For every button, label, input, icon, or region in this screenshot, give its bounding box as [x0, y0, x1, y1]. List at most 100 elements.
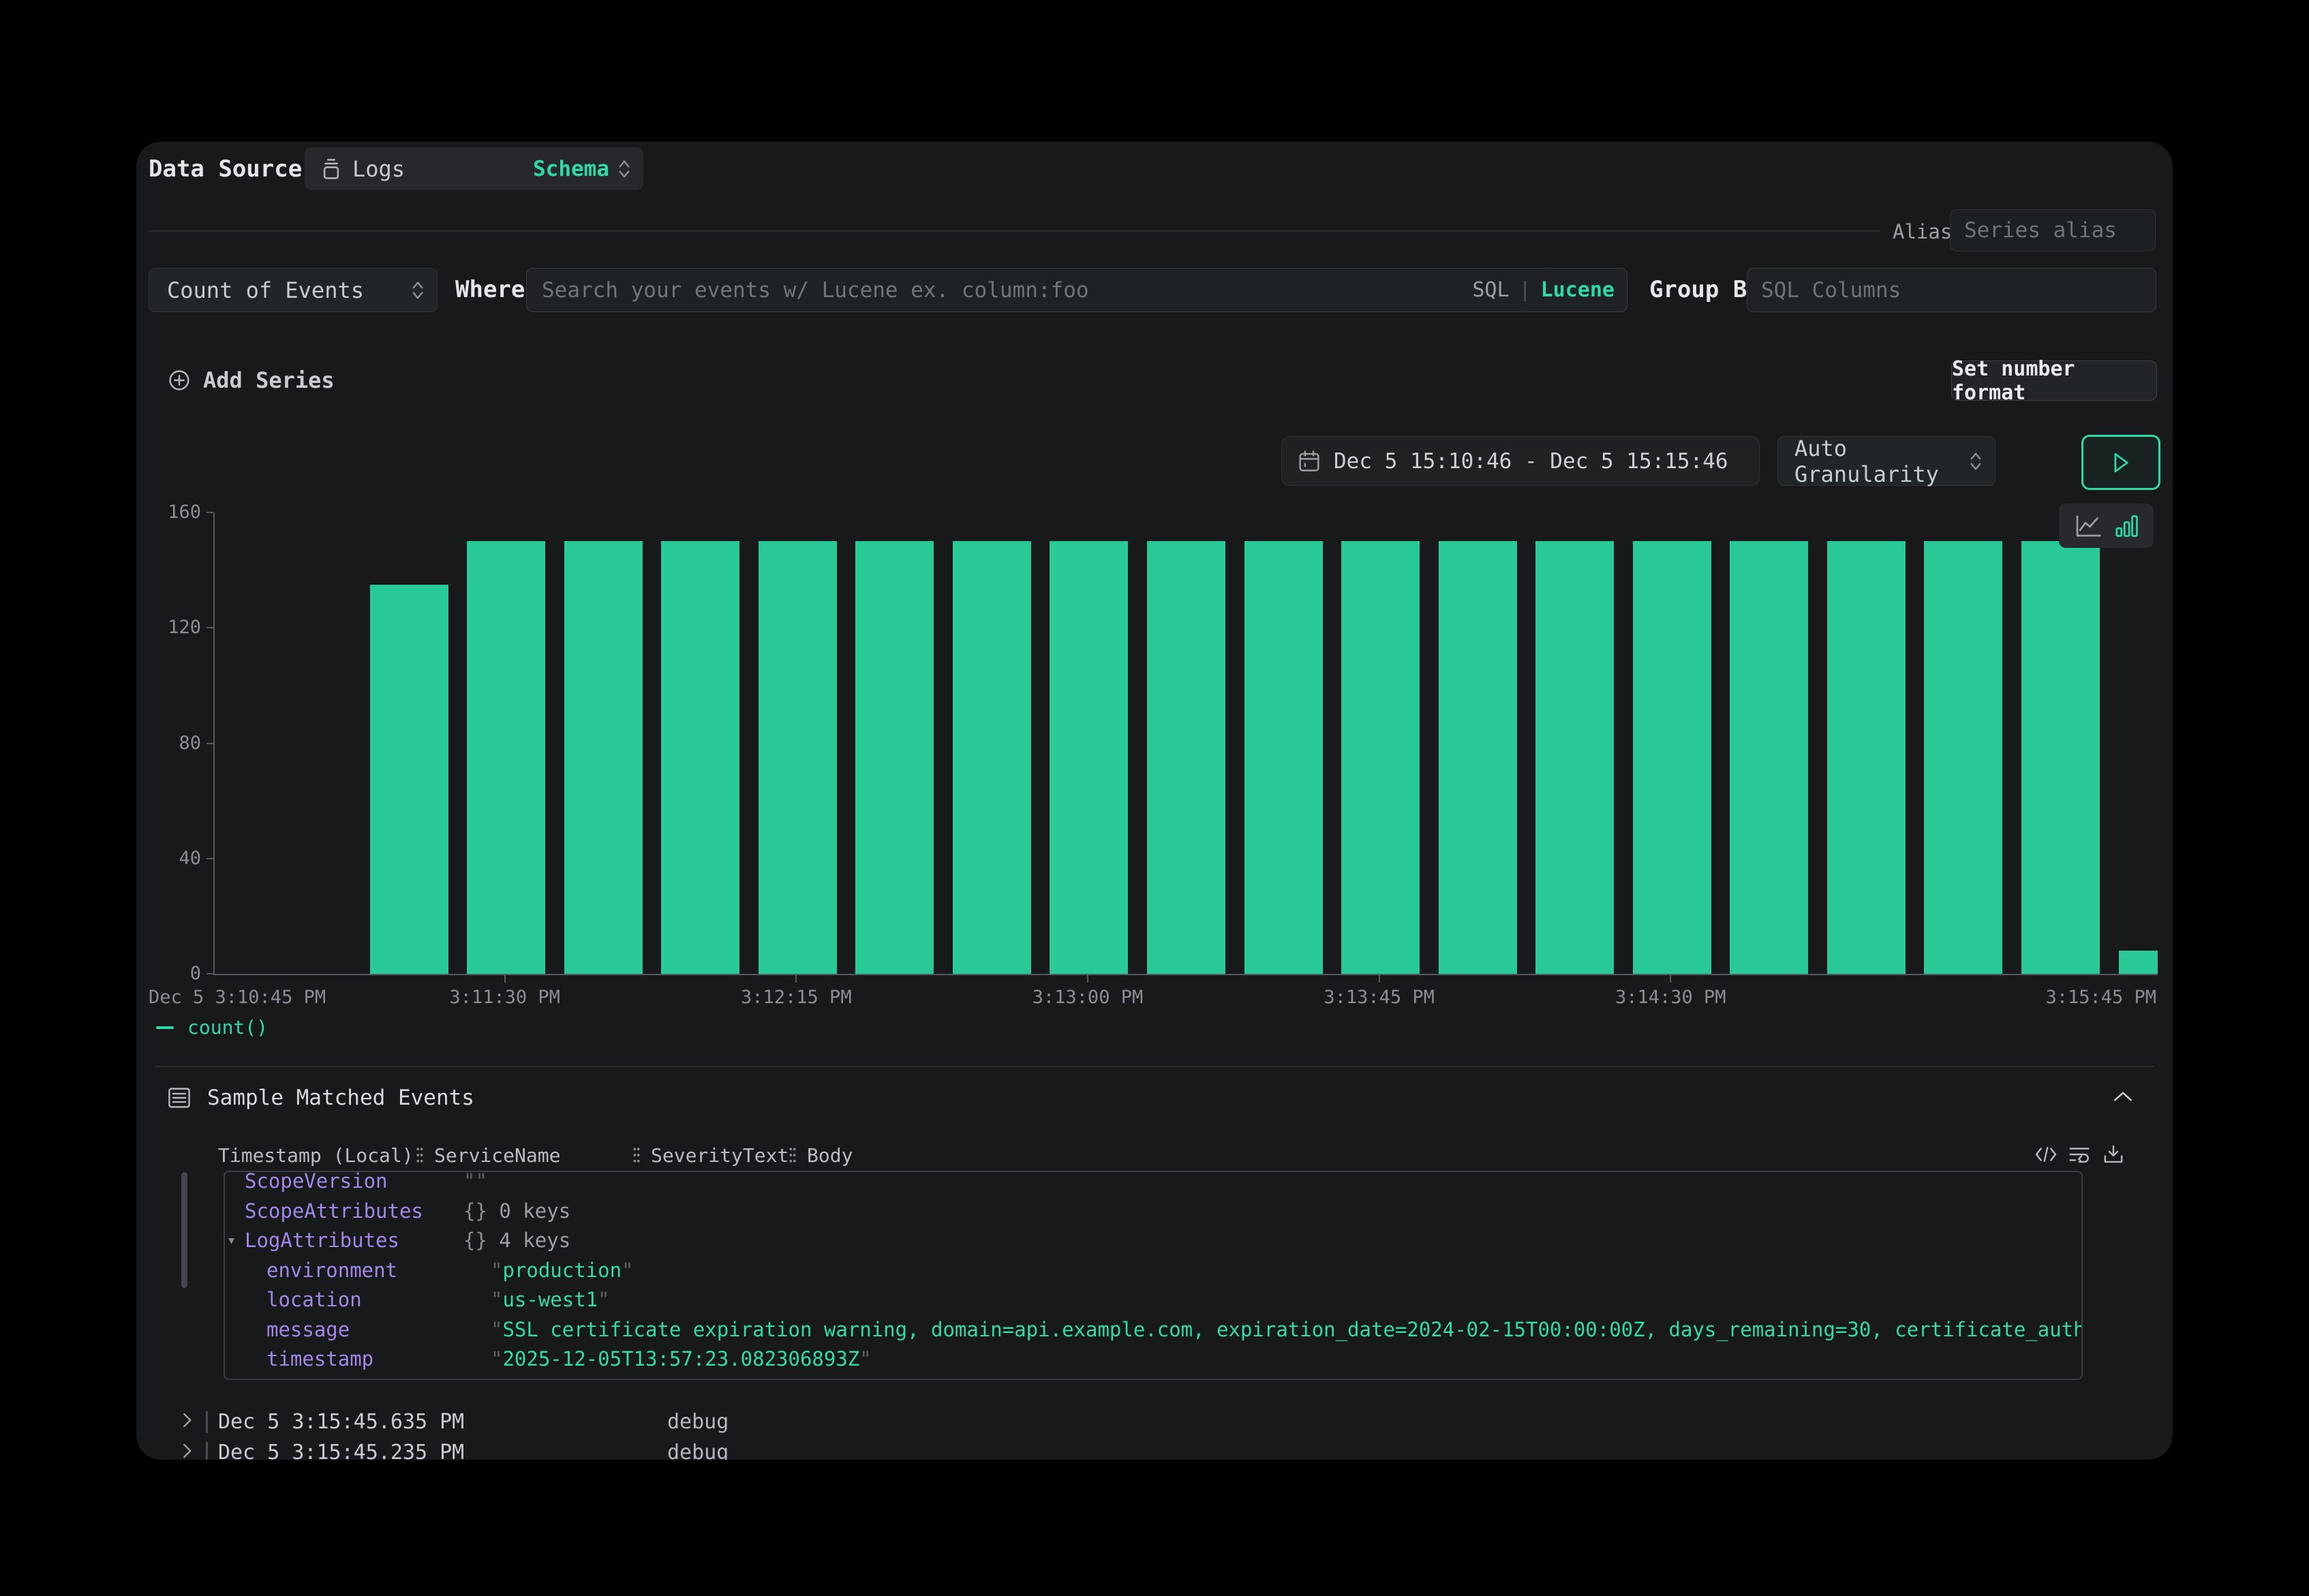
attribute-value: "production"	[491, 1256, 634, 1285]
event-timestamp: Dec 5 3:15:45.235 PM	[218, 1441, 464, 1460]
y-axis-label: 80	[136, 733, 201, 754]
bar-chart-icon[interactable]	[2115, 514, 2139, 538]
x-axis-label: 3:14:30 PM	[1615, 987, 1726, 1008]
chart-legend[interactable]: count()	[156, 1016, 268, 1039]
y-axis-tick	[207, 743, 213, 744]
chart-bar[interactable]	[2021, 541, 2100, 974]
attribute-row: timestamp "2025-12-05T13:57:23.082306893Z…	[225, 1345, 2081, 1374]
x-axis-tick	[1670, 975, 1671, 983]
event-severity: debug	[667, 1441, 729, 1460]
chart-bar[interactable]	[564, 541, 643, 974]
chart-bar[interactable]	[1244, 541, 1323, 974]
chart-bar[interactable]	[370, 585, 448, 974]
chart-bar[interactable]	[759, 541, 837, 974]
event-row[interactable]: Dec 5 3:15:45.235 PM debug	[136, 1437, 2173, 1460]
chart-bar[interactable]	[1341, 541, 1420, 974]
chart-bar[interactable]	[1439, 541, 1517, 974]
list-icon	[168, 1087, 191, 1109]
y-axis-tick	[207, 512, 213, 513]
attribute-value: {} 0 keys	[463, 1197, 570, 1226]
x-axis-tick	[1087, 975, 1088, 983]
column-servicename[interactable]: ServiceName	[434, 1144, 560, 1167]
drag-handle-icon[interactable]	[632, 1147, 641, 1163]
chart-bar[interactable]	[855, 541, 934, 974]
attribute-key: location	[266, 1285, 362, 1315]
drag-handle-icon[interactable]	[415, 1147, 425, 1163]
line-chart-icon[interactable]	[2075, 514, 2102, 538]
attribute-row: location "us-west1"	[225, 1285, 2081, 1315]
event-row[interactable]: Dec 5 3:15:45.635 PM debug	[136, 1407, 2173, 1437]
severity-bar	[206, 1442, 208, 1460]
chevron-right-icon[interactable]	[181, 1412, 193, 1428]
attribute-value: "2025-12-05T13:57:23.082306893Z"	[491, 1345, 872, 1374]
chart-bar[interactable]	[953, 541, 1031, 974]
search-query-card: Data Source Logs Schema Alias Count of E…	[136, 142, 2173, 1460]
event-timestamp: Dec 5 3:15:45.635 PM	[218, 1410, 464, 1434]
chart-bar[interactable]	[467, 541, 545, 974]
attribute-row: message "SSL certificate expiration warni…	[225, 1315, 2081, 1345]
chart-bar[interactable]	[1050, 541, 1128, 974]
attribute-key: LogAttributes	[245, 1226, 399, 1255]
attribute-row[interactable]: ScopeAttributes {} 0 keys	[225, 1197, 2081, 1226]
chart-type-toggle	[2059, 504, 2154, 548]
code-view-icon[interactable]	[2034, 1144, 2058, 1165]
attribute-value: "SSL certificate expiration warning, dom…	[491, 1315, 2083, 1345]
chart-bar[interactable]	[1827, 541, 1906, 974]
y-axis-tick	[207, 858, 213, 859]
attribute-value: {} 4 keys	[463, 1226, 570, 1255]
y-axis-label: 0	[136, 963, 201, 984]
attribute-value: ""	[463, 1171, 487, 1196]
sample-matched-events-header: Sample Matched Events	[168, 1085, 474, 1111]
attribute-key: ScopeAttributes	[245, 1197, 423, 1226]
legend-swatch	[156, 1026, 174, 1029]
collapse-section-icon[interactable]	[2113, 1090, 2133, 1103]
attribute-key: environment	[266, 1256, 397, 1285]
y-axis-label: 160	[136, 502, 201, 523]
download-icon[interactable]	[2102, 1144, 2125, 1165]
event-severity: debug	[667, 1410, 729, 1434]
y-axis-label: 120	[136, 617, 201, 638]
row-scrollbar[interactable]	[181, 1172, 187, 1288]
x-axis-label: 3:13:45 PM	[1324, 987, 1435, 1008]
x-axis-tick	[795, 975, 797, 983]
attribute-key: timestamp	[266, 1345, 373, 1374]
page: Data Source Logs Schema Alias Count of E…	[0, 0, 2309, 1596]
chevron-right-icon[interactable]	[181, 1443, 193, 1459]
x-axis-tick	[504, 975, 506, 983]
attribute-row: environment "production"	[225, 1256, 2081, 1285]
x-axis-start-label: Dec 5 3:10:45 PM	[149, 987, 326, 1008]
x-axis-label: 3:13:00 PM	[1033, 987, 1144, 1008]
attribute-key: ScopeVersion	[245, 1171, 388, 1196]
expanded-event-panel: ScopeVersion "" ScopeAttributes {} 0 keys ▾ L…	[224, 1171, 2083, 1380]
chart-bar[interactable]	[1535, 541, 1614, 974]
timeseries-chart: count() 0 40 80 120 160 3:11:30 PM 3:12:15 PM 3…	[136, 142, 2173, 1062]
legend-series-name: count()	[187, 1016, 268, 1039]
column-severitytext[interactable]: SeverityText	[651, 1144, 789, 1167]
chart-bar[interactable]	[661, 541, 739, 974]
attribute-value: "us-west1"	[491, 1285, 610, 1315]
attribute-key: message	[266, 1315, 350, 1345]
x-axis-label: 3:11:30 PM	[449, 987, 560, 1008]
chart-bar[interactable]	[1924, 541, 2002, 974]
y-axis-tick	[207, 627, 213, 628]
chart-bar[interactable]	[2119, 951, 2158, 974]
chart-bar[interactable]	[1730, 541, 1808, 974]
chart-plot-area	[213, 512, 2158, 975]
chart-bar[interactable]	[1633, 541, 1711, 974]
section-divider	[155, 1066, 2154, 1067]
attribute-row[interactable]: ▾ LogAttributes {} 4 keys	[225, 1226, 2081, 1255]
y-axis-tick	[207, 973, 213, 975]
wrap-text-icon[interactable]	[2068, 1144, 2091, 1165]
attribute-row: ScopeVersion ""	[225, 1171, 2081, 1196]
section-title: Sample Matched Events	[207, 1086, 474, 1110]
x-axis-label: 3:12:15 PM	[741, 987, 852, 1008]
y-axis-label: 40	[136, 848, 201, 869]
drag-handle-icon[interactable]	[788, 1147, 797, 1163]
collapse-caret-icon[interactable]: ▾	[227, 1226, 236, 1255]
events-header-row: Timestamp (Local) ServiceName SeverityTe…	[136, 1144, 2173, 1171]
chart-bar[interactable]	[1147, 541, 1225, 974]
x-axis-end-label: 3:15:45 PM	[2045, 987, 2156, 1008]
severity-bar	[206, 1411, 208, 1433]
column-body[interactable]: Body	[807, 1144, 853, 1167]
column-timestamp[interactable]: Timestamp (Local)	[218, 1144, 414, 1167]
